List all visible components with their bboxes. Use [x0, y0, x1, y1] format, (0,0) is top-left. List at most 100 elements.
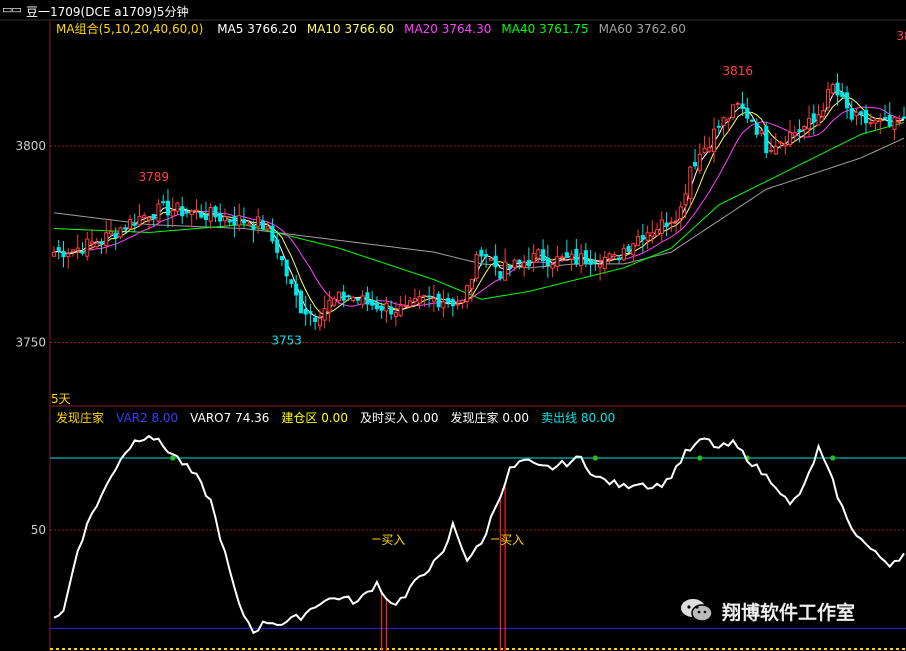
candle[interactable]	[806, 105, 812, 138]
candle[interactable]	[351, 295, 356, 303]
candle[interactable]	[170, 197, 175, 228]
candle[interactable]	[759, 130, 764, 137]
candle[interactable]	[308, 303, 313, 326]
candle[interactable]	[844, 85, 850, 119]
ma-group-label[interactable]: MA组合(5,10,20,40,60,0)	[56, 22, 203, 36]
candle[interactable]	[213, 205, 218, 223]
candle[interactable]	[379, 302, 384, 319]
candle[interactable]	[279, 255, 284, 267]
candle[interactable]	[142, 212, 147, 223]
candle[interactable]	[270, 218, 275, 244]
candle[interactable]	[75, 234, 80, 260]
candle[interactable]	[773, 132, 778, 156]
candle[interactable]	[184, 207, 190, 218]
candle[interactable]	[275, 230, 280, 260]
candle[interactable]	[431, 285, 436, 313]
candle[interactable]	[792, 125, 797, 142]
candle[interactable]	[56, 239, 61, 260]
candle[interactable]	[688, 165, 693, 208]
candle[interactable]	[754, 118, 759, 139]
candle[interactable]	[360, 290, 365, 309]
candle[interactable]	[740, 91, 745, 117]
candle[interactable]	[137, 204, 142, 227]
candle[interactable]	[108, 220, 114, 237]
candle[interactable]	[588, 249, 593, 276]
candle[interactable]	[859, 110, 864, 126]
candle[interactable]	[541, 239, 546, 269]
candle[interactable]	[298, 288, 303, 314]
candle[interactable]	[830, 82, 835, 98]
candle[interactable]	[203, 201, 209, 228]
candle[interactable]	[674, 210, 679, 234]
candle[interactable]	[412, 288, 417, 306]
candle[interactable]	[564, 239, 569, 258]
candle[interactable]	[474, 251, 479, 282]
candle[interactable]	[450, 297, 455, 317]
candle[interactable]	[180, 196, 185, 224]
candle[interactable]	[403, 295, 408, 308]
candle[interactable]	[503, 248, 508, 281]
candle[interactable]	[232, 206, 237, 238]
candle[interactable]	[408, 296, 413, 307]
candle[interactable]	[854, 108, 859, 126]
candle[interactable]	[284, 259, 289, 285]
candle[interactable]	[417, 289, 422, 310]
candle[interactable]	[493, 244, 498, 276]
candle[interactable]	[545, 244, 550, 278]
candle[interactable]	[707, 136, 712, 153]
candle[interactable]	[730, 104, 736, 121]
candle[interactable]	[161, 194, 166, 206]
window-control-icon[interactable]: ▭▭	[2, 3, 22, 16]
candle[interactable]	[749, 118, 755, 123]
candle[interactable]	[374, 296, 379, 313]
candle[interactable]	[607, 251, 612, 264]
candle[interactable]	[332, 295, 337, 307]
candle[interactable]	[294, 274, 299, 309]
candle[interactable]	[156, 199, 161, 225]
candle[interactable]	[764, 121, 769, 159]
candle[interactable]	[94, 237, 99, 250]
candle[interactable]	[61, 241, 66, 268]
candle[interactable]	[878, 113, 883, 135]
candle[interactable]	[787, 119, 793, 147]
candle[interactable]	[355, 297, 360, 305]
candle[interactable]	[678, 201, 683, 231]
candle[interactable]	[783, 135, 788, 155]
candle[interactable]	[593, 252, 598, 271]
candle[interactable]	[835, 73, 840, 106]
candle[interactable]	[887, 102, 892, 129]
candle[interactable]	[702, 135, 707, 154]
candle[interactable]	[479, 247, 484, 266]
candle[interactable]	[640, 224, 645, 253]
candle[interactable]	[711, 117, 717, 163]
candle[interactable]	[436, 291, 441, 311]
candle[interactable]	[669, 217, 674, 232]
candle[interactable]	[849, 100, 854, 122]
candle[interactable]	[636, 229, 641, 247]
candle[interactable]	[655, 223, 660, 237]
candle[interactable]	[465, 284, 470, 309]
candle[interactable]	[550, 262, 555, 278]
candle[interactable]	[745, 97, 750, 124]
candle[interactable]	[484, 249, 489, 268]
candle[interactable]	[260, 214, 265, 231]
candle[interactable]	[598, 253, 603, 281]
candle[interactable]	[602, 250, 607, 275]
candle[interactable]	[237, 203, 242, 232]
candle[interactable]	[617, 255, 622, 264]
candle[interactable]	[512, 258, 517, 271]
candle[interactable]	[863, 104, 869, 135]
candle[interactable]	[189, 209, 194, 228]
candle[interactable]	[208, 202, 213, 229]
candle[interactable]	[612, 251, 617, 259]
candle[interactable]	[99, 238, 104, 254]
candle[interactable]	[526, 247, 531, 271]
candle[interactable]	[811, 104, 816, 135]
candle[interactable]	[873, 117, 878, 130]
candle[interactable]	[583, 242, 588, 268]
candle[interactable]	[289, 278, 294, 288]
candle[interactable]	[446, 292, 451, 308]
candle[interactable]	[175, 201, 180, 215]
candle[interactable]	[370, 290, 375, 311]
candle[interactable]	[104, 220, 109, 254]
